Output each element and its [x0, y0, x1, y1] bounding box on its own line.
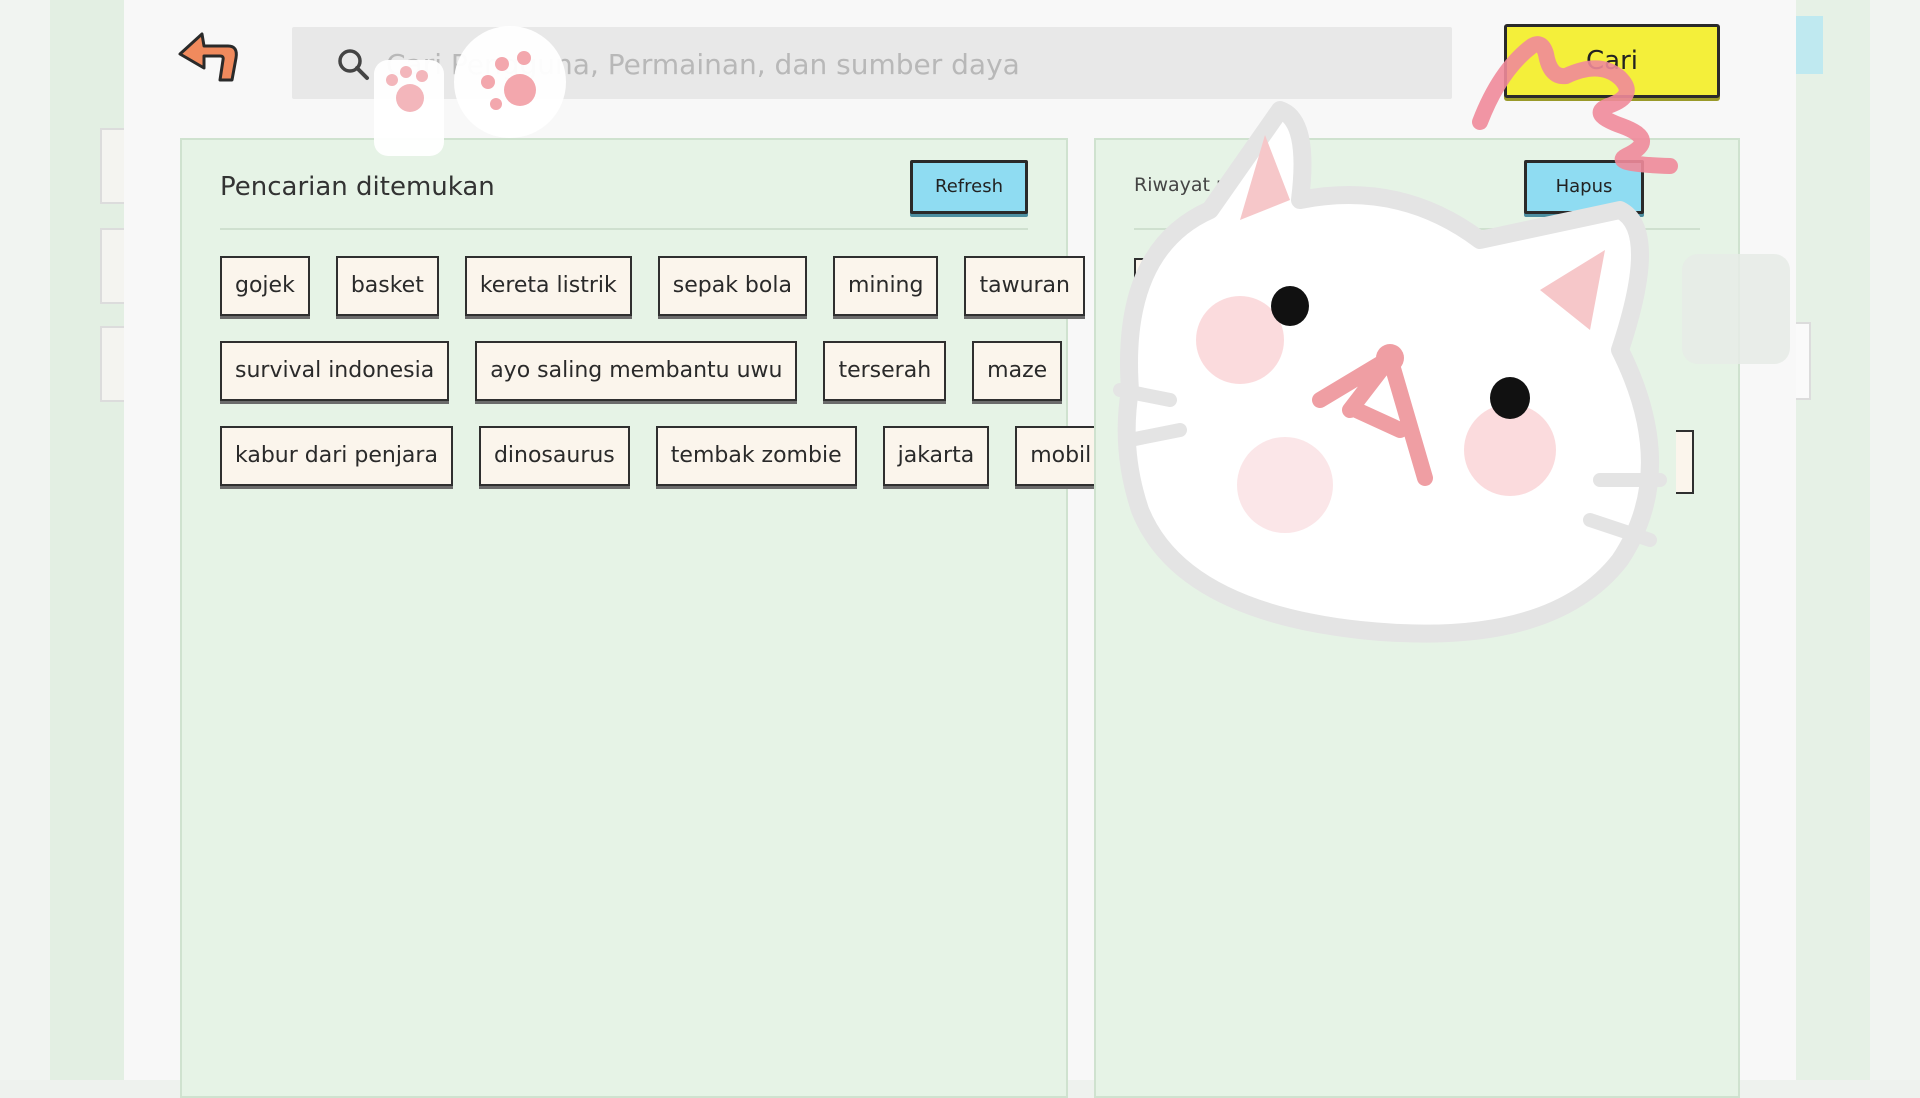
background-teal-button [1795, 16, 1823, 74]
found-searches-panel: Pencarian ditemukan Refresh gojek basket k… [180, 138, 1107, 1098]
back-arrow-icon [178, 32, 238, 82]
search-bar[interactable] [292, 27, 1452, 99]
search-tag[interactable]: mobil [1015, 426, 1107, 486]
search-tag[interactable]: basket [335, 256, 439, 316]
panel-title: Pencarian ditemukan [220, 172, 495, 202]
history-item[interactable] [1134, 258, 1152, 322]
background-sidebar [50, 0, 128, 1080]
search-tag[interactable]: tawuran [964, 256, 1085, 316]
search-icon[interactable] [336, 47, 370, 81]
search-tag[interactable]: survival indonesia [220, 341, 450, 401]
divider [1134, 228, 1700, 230]
search-tag[interactable]: jakarta [882, 426, 990, 486]
back-button[interactable] [174, 28, 244, 90]
tag-grid: gojek basket kereta listrik sepak bola minin… [220, 256, 1107, 511]
tag-row: gojek basket kereta listrik sepak bola minin… [220, 256, 1085, 316]
search-tag[interactable]: mining [832, 256, 939, 316]
search-tag[interactable]: sepak bola [657, 256, 807, 316]
search-tag[interactable]: ayo saling membantu uwu [475, 341, 798, 401]
search-tag[interactable]: dinosaurus [478, 426, 630, 486]
search-tag[interactable]: maze [972, 341, 1063, 401]
search-tag[interactable]: terserah [823, 341, 947, 401]
tag-row: survival indonesia ayo saling membantu uw… [220, 341, 1063, 401]
panel-title: Riwayat pencari [1134, 174, 1288, 196]
history-item[interactable] [1676, 430, 1694, 494]
ghost-overlay [1682, 254, 1790, 364]
background-right-strip [1795, 0, 1870, 1080]
search-dialog: Cari Pencarian ditemukan Refresh gojekba… [124, 0, 1796, 1098]
search-tag[interactable]: kereta listrik [464, 256, 632, 316]
search-tag[interactable]: tembak zombie [655, 426, 857, 486]
search-input[interactable] [384, 35, 1428, 93]
search-tag[interactable]: gojek [220, 256, 310, 316]
search-tag[interactable]: kabur dari penjara [220, 426, 453, 486]
search-button[interactable]: Cari [1504, 24, 1720, 98]
tag-row: kabur dari penjara dinosaurus tembak zombi… [220, 426, 1107, 486]
clear-history-button[interactable]: Hapus [1524, 160, 1644, 214]
search-history-panel: Riwayat pencari Hapus [1094, 138, 1740, 1098]
background-ghost-button [1795, 322, 1811, 400]
refresh-button[interactable]: Refresh [910, 160, 1028, 214]
divider [220, 228, 1028, 230]
